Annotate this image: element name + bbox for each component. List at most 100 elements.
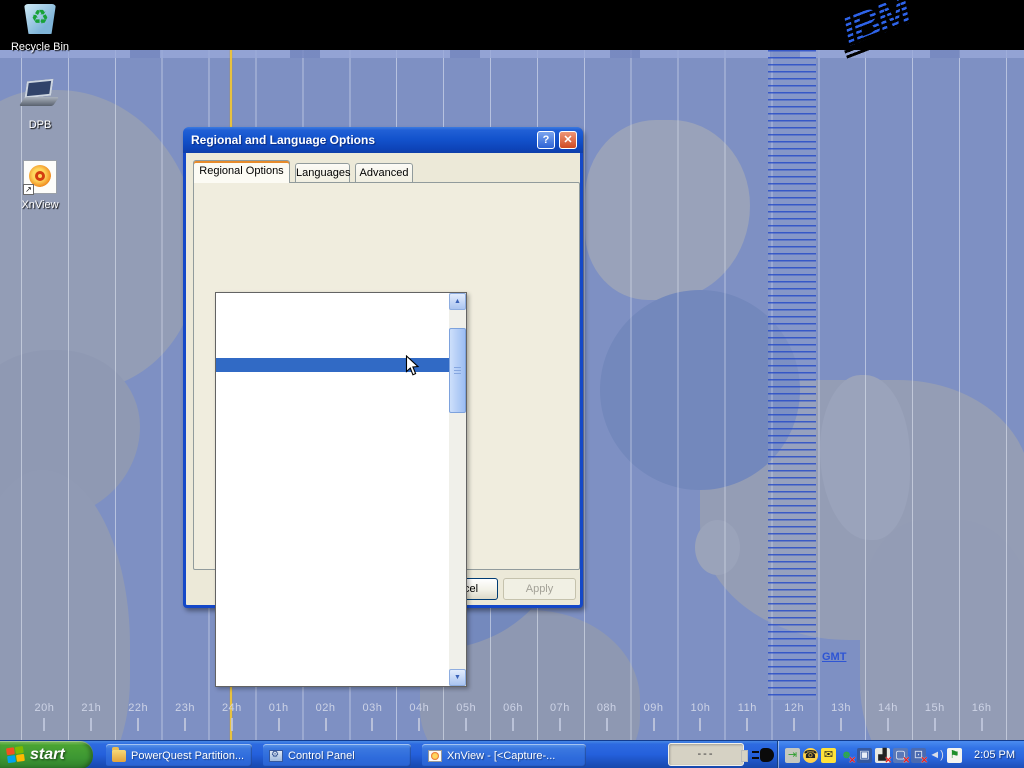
language-option[interactable] xyxy=(216,620,449,633)
mouse-cursor xyxy=(405,355,420,382)
language-option[interactable] xyxy=(216,424,449,437)
language-option[interactable] xyxy=(216,568,449,581)
removable-drive-icon[interactable]: ⇥ xyxy=(784,747,801,764)
language-option[interactable] xyxy=(216,542,449,555)
taskbar: start PowerQuest Partition... Control Pa… xyxy=(0,740,1024,768)
mail-icon[interactable]: ✉ xyxy=(820,747,837,764)
language-option[interactable] xyxy=(216,437,449,450)
hour-tick xyxy=(418,718,420,731)
gmt-hatch-band xyxy=(768,50,816,700)
messenger-offline-icon[interactable]: ☻ ✕ xyxy=(838,747,855,764)
phone-help-icon[interactable]: ☎ xyxy=(802,747,819,764)
language-option[interactable] xyxy=(216,476,449,489)
language-option[interactable] xyxy=(216,647,449,660)
task-icon xyxy=(269,750,283,762)
network-places-icon[interactable]: ▣ xyxy=(856,747,873,764)
volume-icon[interactable]: ◄) xyxy=(928,747,945,764)
hour-tick xyxy=(840,718,842,731)
language-option[interactable] xyxy=(216,450,449,463)
clock: 2:05 PM xyxy=(974,749,1015,761)
language-option[interactable] xyxy=(216,293,449,306)
dialog-titlebar[interactable]: Regional and Language Options ? ✕ xyxy=(183,127,583,153)
language-option[interactable] xyxy=(216,503,449,516)
language-option[interactable] xyxy=(216,660,449,673)
language-option[interactable] xyxy=(216,581,449,594)
language-option[interactable] xyxy=(216,529,449,542)
language-dropdown-list: ▲ ▼ xyxy=(215,292,467,687)
language-option[interactable] xyxy=(216,633,449,646)
tab-regional-options[interactable]: Regional Options xyxy=(193,160,290,183)
language-option[interactable] xyxy=(216,398,449,411)
task-powerquest[interactable]: PowerQuest Partition... xyxy=(106,744,252,767)
language-option[interactable] xyxy=(216,594,449,607)
xnview-icon: ↗ xyxy=(20,160,60,196)
language-option[interactable] xyxy=(216,673,449,686)
hour-tick xyxy=(746,718,748,731)
language-options xyxy=(216,293,449,686)
scroll-down-icon[interactable]: ▼ xyxy=(449,669,466,686)
help-button[interactable]: ? xyxy=(537,131,555,149)
language-option[interactable] xyxy=(216,607,449,620)
hour-label: 20h xyxy=(21,702,68,731)
hour-label: 08h xyxy=(583,702,630,731)
hour-tick xyxy=(184,718,186,731)
language-option[interactable] xyxy=(216,332,449,345)
desktop-icon-dpb[interactable]: DPB xyxy=(0,80,80,131)
display-error-icon[interactable]: ▢ ✕ xyxy=(892,747,909,764)
hour-tick xyxy=(137,718,139,731)
language-option[interactable] xyxy=(216,463,449,476)
dialog-title: Regional and Language Options xyxy=(191,133,375,147)
hour-label: 11h xyxy=(724,702,771,731)
laptop-icon xyxy=(20,80,60,116)
hour-label: 04h xyxy=(396,702,443,731)
language-option[interactable] xyxy=(216,411,449,424)
boot-flag-icon[interactable]: ⚑ xyxy=(946,747,963,764)
shortcut-arrow-icon: ↗ xyxy=(23,184,34,195)
ac-power-plug-icon xyxy=(752,748,774,763)
hour-label: 01h xyxy=(255,702,302,731)
ibm-logo-icon: IBM xyxy=(832,0,972,56)
task-xnview[interactable]: XnView - [<Capture-... xyxy=(422,744,586,767)
hour-label: 24h xyxy=(208,702,255,731)
hour-tick xyxy=(231,718,233,731)
desktop-icon-recycle-bin[interactable]: ♻ Recycle Bin xyxy=(0,2,80,53)
hour-tick xyxy=(325,718,327,731)
hour-tick xyxy=(887,718,889,731)
hour-label: 07h xyxy=(536,702,583,731)
system-tray: ⇥ ☎ ✉ ☻ ✕ ▣ ▟ xyxy=(778,741,1024,768)
apply-button[interactable]: Apply xyxy=(503,578,576,600)
hour-label: 15h xyxy=(911,702,958,731)
hour-label: 13h xyxy=(818,702,865,731)
close-button[interactable]: ✕ xyxy=(559,131,577,149)
language-option[interactable] xyxy=(216,385,449,398)
language-option[interactable] xyxy=(216,319,449,332)
top-banner: IBM xyxy=(0,0,1024,50)
hour-tick xyxy=(512,718,514,731)
start-button[interactable]: start xyxy=(0,741,93,768)
network-disconnected-icon[interactable]: ⊡ ✕ xyxy=(910,747,927,764)
hour-tick xyxy=(981,718,983,731)
language-option[interactable] xyxy=(216,516,449,529)
language-option[interactable] xyxy=(216,489,449,502)
tab-advanced[interactable]: Advanced xyxy=(355,163,413,183)
hour-tick xyxy=(465,718,467,731)
hour-tick xyxy=(371,718,373,731)
scroll-up-icon[interactable]: ▲ xyxy=(449,293,466,310)
scrollbar-thumb[interactable] xyxy=(449,328,466,413)
task-control-panel[interactable]: Control Panel xyxy=(263,744,411,767)
hour-label: 12h xyxy=(771,702,818,731)
list-scrollbar[interactable]: ▲ ▼ xyxy=(449,293,466,686)
desktop: GMT 20h 21h 22h 23h 24h xyxy=(0,0,1024,768)
hour-label: 02h xyxy=(302,702,349,731)
hour-tick xyxy=(43,718,45,731)
desktop-icon-xnview[interactable]: ↗ XnView xyxy=(0,160,80,211)
language-option[interactable] xyxy=(216,306,449,319)
signal-blocked-icon[interactable]: ▟ ✕ xyxy=(874,747,891,764)
hour-tick xyxy=(699,718,701,731)
hour-tick xyxy=(90,718,92,731)
language-option[interactable] xyxy=(216,555,449,568)
tab-languages[interactable]: Languages xyxy=(295,163,350,183)
gmt-label: GMT xyxy=(822,651,846,663)
hour-labels-row: 20h 21h 22h 23h 24h 01h xyxy=(21,702,1005,731)
hour-label: 21h xyxy=(68,702,115,731)
